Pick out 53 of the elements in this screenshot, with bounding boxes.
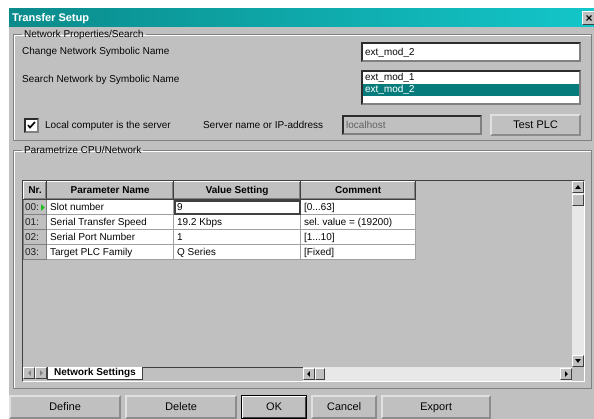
down-arrow-icon[interactable] [575, 359, 581, 363]
row-number: 02: [24, 230, 46, 244]
table-cell: [0...63] [300, 200, 416, 214]
horizontal-scrollbar[interactable] [302, 367, 572, 381]
scroll-thumb[interactable] [314, 368, 325, 380]
checkbox[interactable] [24, 118, 39, 132]
table-cell[interactable]: 19.2 Kbps [174, 214, 300, 230]
dialog-button[interactable]: Cancel [311, 395, 377, 419]
column-header[interactable]: Comment [300, 182, 416, 200]
group-title: Parametrize CPU/Network [23, 145, 142, 156]
table-cell: [Fixed] [300, 244, 416, 260]
column-header[interactable]: Value Setting [174, 182, 300, 200]
table-cell[interactable]: 1 [174, 230, 300, 244]
table-cell[interactable]: Q Series [174, 244, 300, 260]
window-title: Transfer Setup [12, 12, 90, 24]
dialog-button[interactable]: OK [241, 395, 307, 419]
right-arrow-icon[interactable] [564, 371, 568, 377]
next-sheet-button[interactable] [35, 367, 47, 379]
right-arrow-icon [40, 370, 42, 376]
symbolic-name-field[interactable]: ext_mod_2 [361, 42, 581, 62]
row-number: 03: [24, 244, 46, 260]
close-button[interactable]: × [582, 10, 594, 24]
scroll-thumb[interactable] [572, 194, 584, 206]
table-cell: Serial Transfer Speed [46, 214, 174, 230]
field-label: Change Network Symbolic Name [22, 45, 170, 57]
left-arrow-icon [28, 370, 30, 376]
column-header[interactable]: Nr. [24, 182, 46, 200]
field-label: Search Network by Symbolic Name [22, 73, 180, 85]
row-number: 01: [24, 214, 46, 230]
dialog-button[interactable]: Define [9, 395, 121, 419]
table-cell: [1...10] [300, 230, 416, 244]
dialog-button[interactable]: Export [381, 395, 491, 419]
table-cell: sel. value = (19200) [300, 214, 416, 230]
group-title: Network Properties/Search [23, 29, 144, 40]
list-item[interactable]: ext_mod_1 [363, 72, 579, 84]
table-cell[interactable]: 9 [174, 200, 300, 214]
dialog-button[interactable]: Delete [125, 395, 237, 419]
field-label: Server name or IP-address [202, 120, 324, 130]
table-cell: Serial Port Number [46, 230, 174, 244]
checkbox-label: Local computer is the server [45, 120, 172, 130]
row-number: 00: [24, 200, 46, 214]
vertical-scrollbar[interactable] [572, 181, 584, 367]
table-cell: Slot number [46, 200, 174, 214]
left-arrow-icon[interactable] [307, 371, 310, 377]
column-header[interactable]: Parameter Name [46, 182, 174, 200]
network-list[interactable]: ext_mod_1 ext_mod_2 [361, 70, 581, 105]
check-icon [27, 120, 36, 130]
previous-sheet-button[interactable] [23, 367, 35, 379]
up-arrow-icon[interactable] [575, 185, 581, 189]
table-cell: Target PLC Family [46, 244, 174, 260]
test-plc-button[interactable]: Test PLC [490, 114, 581, 136]
sheet-tab[interactable]: Network Settings [47, 367, 143, 380]
list-item[interactable]: ext_mod_2 [363, 84, 579, 96]
